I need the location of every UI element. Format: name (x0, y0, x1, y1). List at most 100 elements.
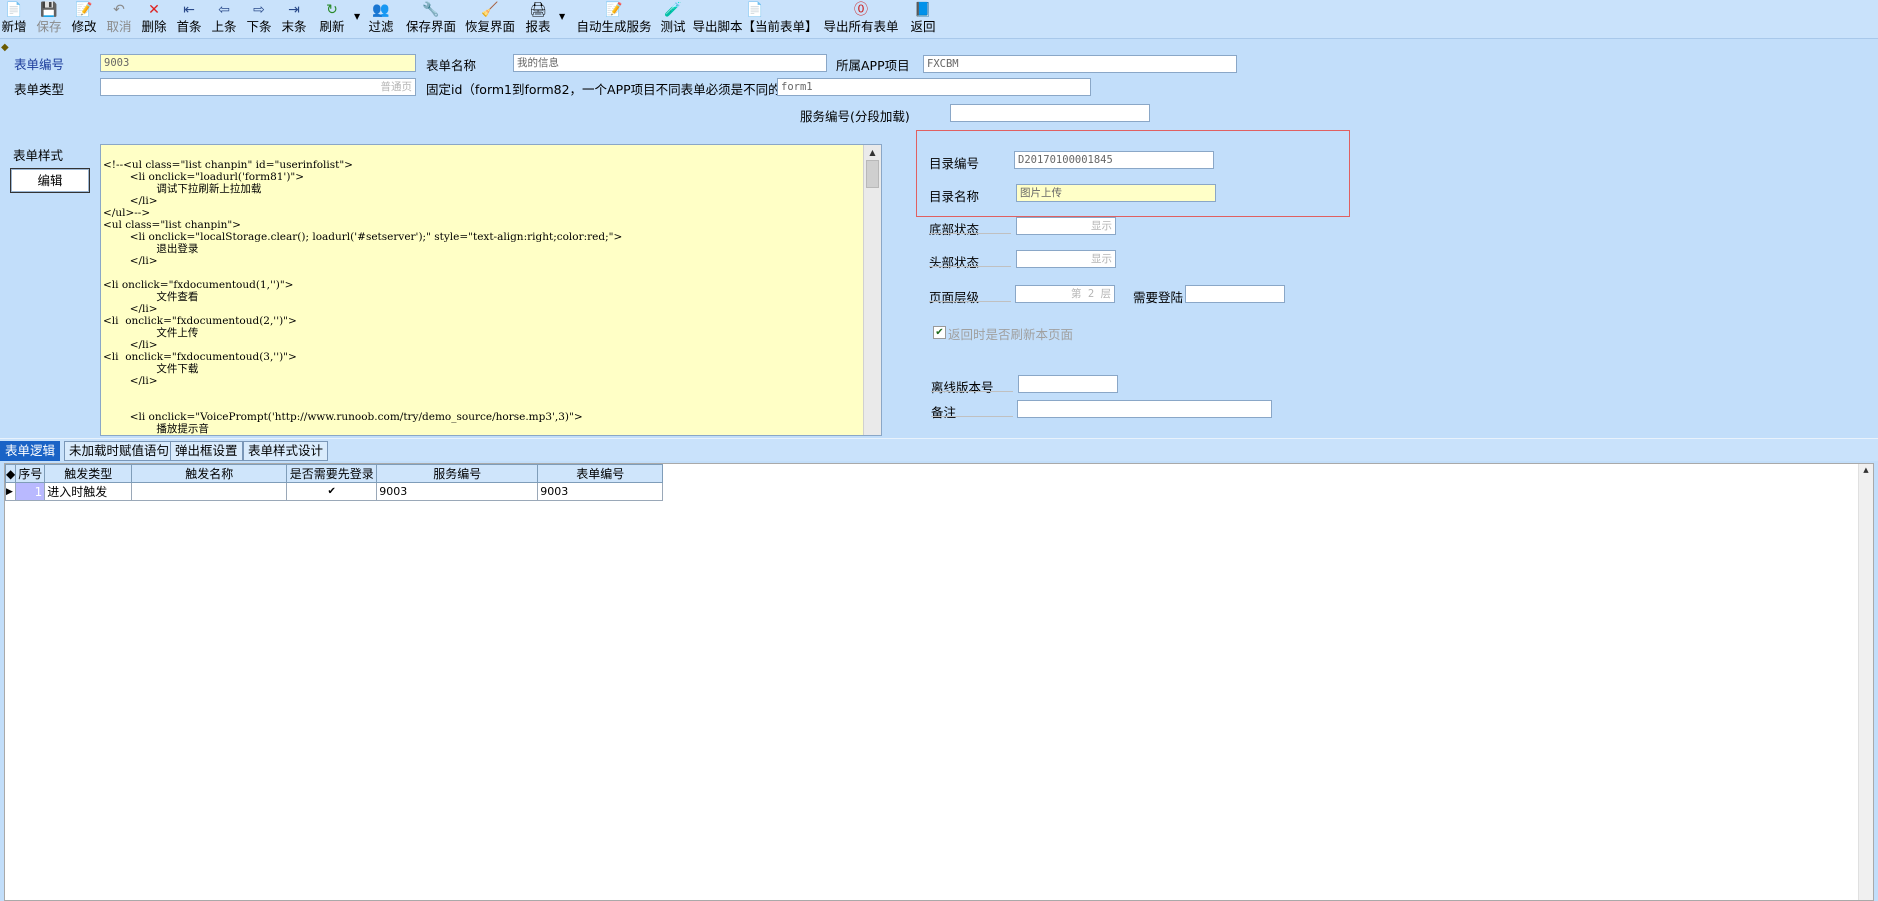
edit-style-button[interactable]: 编辑 (10, 168, 90, 193)
export-script-icon: 📄 (746, 2, 764, 18)
delete-label: 删除 (141, 19, 167, 34)
row-trigger-name[interactable] (131, 482, 288, 501)
dir-no-label: 目录编号 (929, 156, 980, 171)
report-dropdown-icon[interactable]: ▼ (559, 12, 565, 21)
refresh-on-return-label: 返回时是否刷新本页面 (948, 327, 1074, 342)
fixed-id-input[interactable]: form1 (777, 78, 1091, 96)
header-indicator-icon: ◆ (4, 464, 17, 483)
back-book-icon: 📘 (914, 2, 932, 18)
refresh-button[interactable]: ↻ 刷新 (318, 0, 346, 37)
last-record-button[interactable]: ⇥ 末条 (280, 0, 308, 37)
need-login-input[interactable] (1185, 285, 1285, 303)
col-trigger-type[interactable]: 触发类型 (44, 464, 133, 483)
auto-generate-service-button[interactable]: 📝 自动生成服务 (577, 0, 652, 37)
restore-layout-button[interactable]: 🧹 恢复界面 (462, 0, 518, 37)
form-style-label: 表单样式 (13, 148, 64, 163)
export-all-icon: ⓪ (854, 2, 868, 18)
grid-scroll-up-icon[interactable]: ▲ (1859, 464, 1873, 476)
form-no-label: 表单编号 (14, 57, 65, 72)
row-trigger-type[interactable]: 进入时触发 (44, 482, 133, 501)
logic-table: ◆ 序号 触发类型 触发名称 是否需要先登录 服务编号 表单编号 ▶ 1 进入时… (4, 464, 664, 501)
report-button[interactable]: 🖨 报表 (524, 0, 552, 37)
export-script-current-button[interactable]: 📄 导出脚本【当前表单】 (692, 0, 818, 37)
row-pointer-icon: ▶ (4, 482, 17, 501)
form-logic-grid: ◆ 序号 触发类型 触发名称 是否需要先登录 服务编号 表单编号 ▶ 1 进入时… (4, 463, 1874, 901)
form-type-select[interactable]: 普通页 (100, 78, 416, 96)
top-status-underline (929, 266, 1011, 267)
report-label: 报表 (525, 19, 551, 34)
code-scrollbar[interactable]: ▲ (863, 145, 881, 435)
export-script-label: 导出脚本【当前表单】 (692, 19, 818, 34)
delete-button[interactable]: ✕ 删除 (140, 0, 168, 37)
refresh-dropdown-icon[interactable]: ▼ (354, 12, 360, 21)
directory-highlight-box (916, 130, 1350, 217)
top-status-label: 头部状态 (929, 255, 980, 270)
tab-preload-assignment[interactable]: 未加载时赋值语句 (64, 441, 175, 461)
form-name-input[interactable]: 我的信息 (513, 54, 827, 72)
row-need-login-checkbox[interactable]: ✔ (286, 482, 378, 501)
bottom-status-select[interactable]: 显示 (1016, 217, 1116, 235)
save-icon: 💾 (40, 2, 58, 18)
cancel-button[interactable]: ↶ 取消 (105, 0, 133, 37)
col-need-login[interactable]: 是否需要先登录 (286, 464, 378, 483)
new-button[interactable]: 📄 新增 (0, 0, 28, 37)
remark-input[interactable] (1017, 400, 1272, 418)
toolbar: 📄 新增 💾 保存 📝 修改 ↶ 取消 ✕ 删除 ⇤ 首条 ⇦ 上条 ⇨ 下条 … (0, 0, 1878, 39)
test-button[interactable]: 🧪 测试 (659, 0, 687, 37)
save-label: 保存 (36, 19, 62, 34)
filter-button[interactable]: 👥 过滤 (367, 0, 395, 37)
test-label: 测试 (660, 19, 686, 34)
next-record-button[interactable]: ⇨ 下条 (245, 0, 273, 37)
save-button[interactable]: 💾 保存 (35, 0, 63, 37)
tab-bar: 表单逻辑 未加载时赋值语句 弹出框设置 表单样式设计 (0, 438, 1878, 461)
tab-form-style-design[interactable]: 表单样式设计 (243, 441, 329, 461)
page-level-select[interactable]: 第 2 层 (1015, 285, 1115, 303)
page-level-underline (929, 301, 1011, 302)
back-button[interactable]: 📘 返回 (909, 0, 937, 37)
dir-name-input[interactable]: 图片上传 (1016, 184, 1216, 202)
dir-no-input[interactable]: D20170100001845 (1014, 151, 1214, 169)
record-indicator-icon: ◆ (1, 42, 9, 53)
bottom-status-underline (929, 233, 1011, 234)
col-seq[interactable]: 序号 (15, 464, 46, 483)
service-no-label: 服务编号(分段加载) (800, 109, 910, 124)
form-no-input[interactable]: 9003 (100, 54, 416, 72)
col-service-no[interactable]: 服务编号 (376, 464, 539, 483)
offline-version-label: 离线版本号 (931, 380, 994, 395)
refresh-on-return-checkbox[interactable]: ✔ (933, 326, 946, 339)
scroll-up-icon[interactable]: ▲ (864, 145, 881, 160)
undo-icon: ↶ (113, 2, 125, 18)
form-style-code-editor[interactable]: <!--<ul class="list chanpin" id="userinf… (100, 144, 882, 436)
row-service-no[interactable]: 9003 (376, 482, 539, 501)
table-row[interactable]: ▶ 1 进入时触发 ✔ 9003 9003 (4, 482, 664, 501)
prev-arrow-icon: ⇦ (218, 2, 230, 18)
save-layout-button[interactable]: 🔧 保存界面 (403, 0, 459, 37)
service-no-input[interactable] (950, 104, 1150, 122)
offline-version-input[interactable] (1018, 375, 1118, 393)
scroll-thumb[interactable] (866, 160, 879, 188)
fixed-id-label: 固定id（form1到form82，一个APP项目不同表单必须是不同的id） (426, 82, 805, 97)
tab-popup-settings[interactable]: 弹出框设置 (170, 441, 243, 461)
top-status-select[interactable]: 显示 (1016, 250, 1116, 268)
first-record-button[interactable]: ⇤ 首条 (175, 0, 203, 37)
tab-form-logic[interactable]: 表单逻辑 (0, 441, 61, 461)
grid-scrollbar[interactable]: ▲ (1858, 464, 1873, 900)
col-form-no[interactable]: 表单编号 (537, 464, 664, 483)
export-all-forms-button[interactable]: ⓪ 导出所有表单 (824, 0, 899, 37)
page-level-label: 页面层级 (929, 290, 980, 305)
row-form-no[interactable]: 9003 (537, 482, 664, 501)
filter-icon: 👥 (372, 2, 390, 18)
row-seq: 1 (15, 482, 46, 501)
save-layout-icon: 🔧 (422, 2, 440, 18)
col-trigger-name[interactable]: 触发名称 (131, 464, 288, 483)
edit-toolbar-button[interactable]: 📝 修改 (70, 0, 98, 37)
edit-icon: 📝 (75, 2, 93, 18)
table-header-row: ◆ 序号 触发类型 触发名称 是否需要先登录 服务编号 表单编号 (4, 464, 664, 483)
offline-version-underline (931, 391, 1013, 392)
refresh-label: 刷新 (319, 19, 345, 34)
next-arrow-icon: ⇨ (253, 2, 265, 18)
app-project-input[interactable]: FXCBM (923, 55, 1237, 73)
prev-record-button[interactable]: ⇦ 上条 (210, 0, 238, 37)
delete-icon: ✕ (148, 2, 160, 18)
code-text[interactable]: <!--<ul class="list chanpin" id="userinf… (101, 145, 881, 435)
